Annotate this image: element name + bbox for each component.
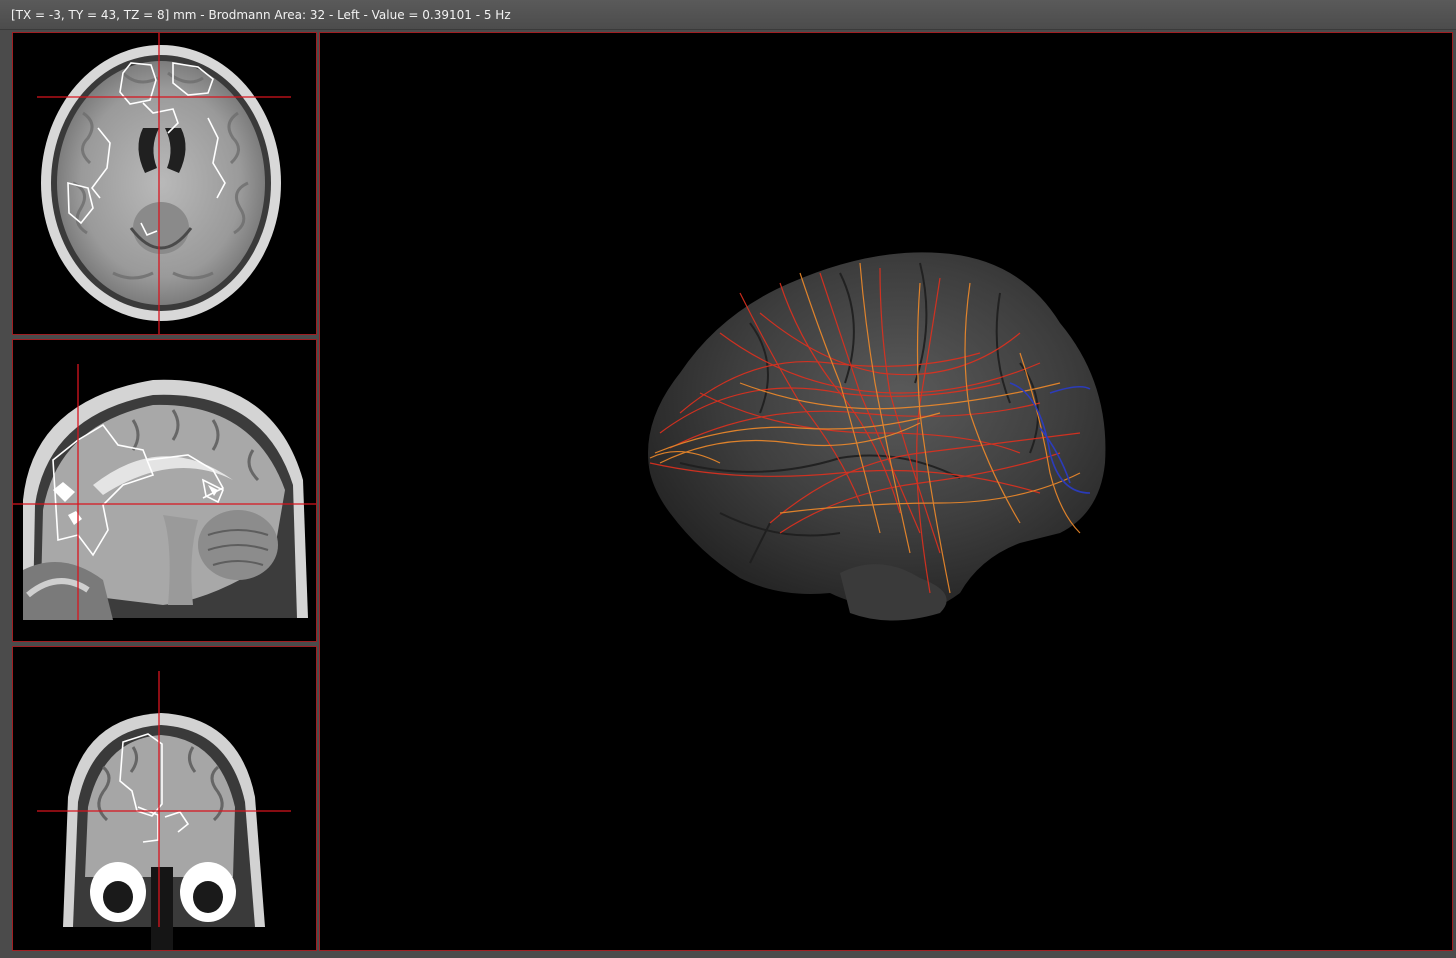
cursor-info-text: [TX = -3, TY = 43, TZ = 8] mm - Brodmann…: [11, 8, 511, 22]
axial-view[interactable]: [12, 32, 317, 335]
coronal-slice-image: [37, 671, 291, 950]
app-window: [TX = -3, TY = 43, TZ = 8] mm - Brodmann…: [0, 0, 1456, 958]
status-bar: [TX = -3, TY = 43, TZ = 8] mm - Brodmann…: [0, 0, 1456, 30]
brain-tractography-render: [648, 252, 1106, 621]
3d-render-view[interactable]: [319, 32, 1453, 951]
coronal-view[interactable]: [12, 646, 317, 951]
sagittal-slice-image: [13, 364, 316, 620]
axial-slice-image: [37, 33, 291, 334]
sagittal-view[interactable]: [12, 339, 317, 642]
